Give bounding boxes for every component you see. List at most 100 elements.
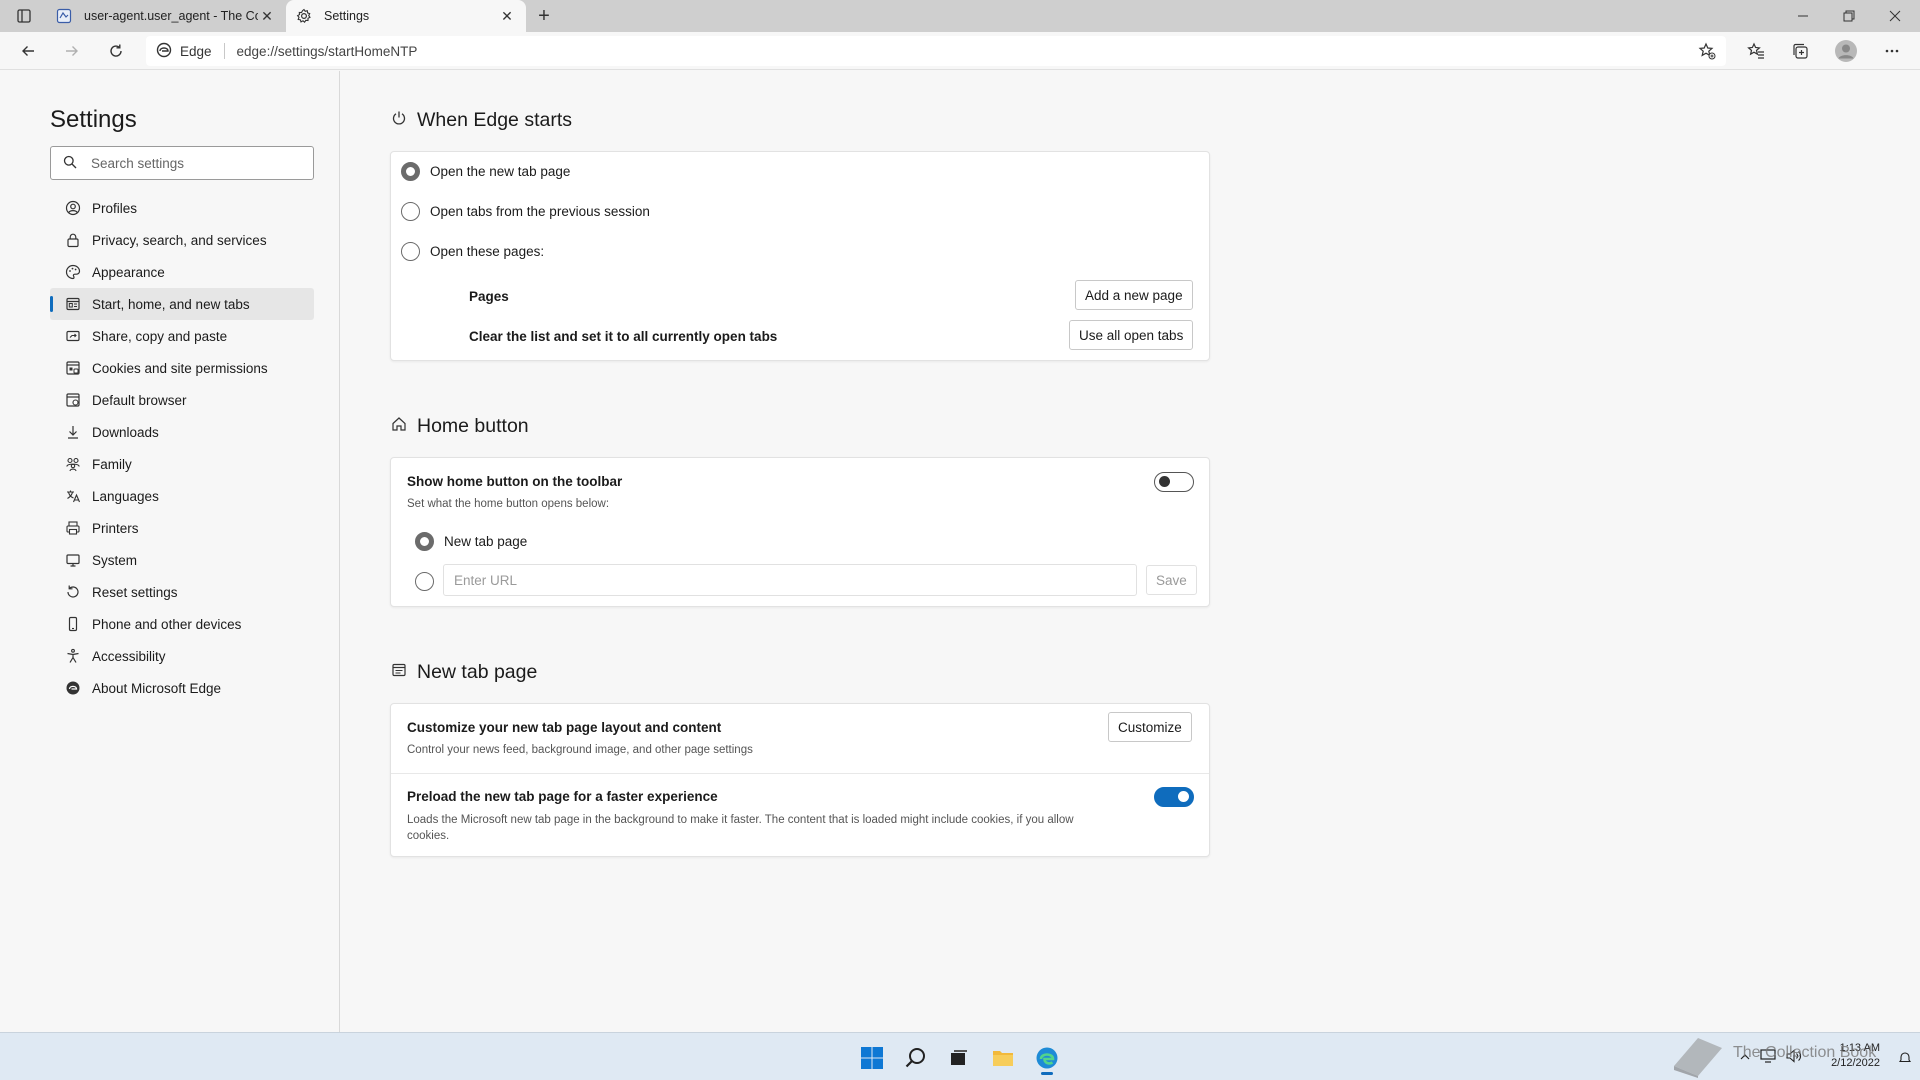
gear-icon: [296, 8, 312, 24]
radio-button[interactable]: [401, 202, 420, 221]
preload-label: Preload the new tab page for a faster ex…: [407, 789, 718, 804]
sidebar-item-label: Cookies and site permissions: [92, 360, 268, 376]
collections-icon[interactable]: [1784, 36, 1816, 66]
file-explorer-icon[interactable]: [985, 1040, 1021, 1076]
restore-icon[interactable]: [1826, 0, 1872, 32]
notification-icon[interactable]: [1898, 1051, 1912, 1068]
add-favorite-icon[interactable]: [1698, 42, 1716, 63]
home-button-card: Show home button on the toolbar Set what…: [390, 457, 1210, 607]
cookies-icon: [64, 359, 82, 377]
radio-open-new-tab[interactable]: Open the new tab page: [401, 162, 570, 181]
section-title-home-button: Home button: [391, 415, 529, 438]
power-icon: [391, 109, 407, 132]
sidebar-item-label: Accessibility: [92, 648, 166, 664]
sidebar-item-cookies[interactable]: Cookies and site permissions: [50, 352, 314, 384]
sidebar-item-label: Privacy, search, and services: [92, 232, 267, 248]
sidebar-item-start-home-new-tabs[interactable]: Start, home, and new tabs: [50, 288, 314, 320]
tab-title: Settings: [324, 9, 370, 23]
forward-arrow-icon[interactable]: [56, 36, 88, 66]
sidebar-item-label: Profiles: [92, 200, 138, 216]
refresh-icon[interactable]: [100, 36, 132, 66]
sidebar-item-profiles[interactable]: Profiles: [50, 192, 314, 224]
when-edge-starts-card: Open the new tab page Open tabs from the…: [390, 151, 1210, 361]
radio-home-new-tab[interactable]: New tab page: [415, 532, 527, 551]
home-icon: [391, 415, 407, 438]
search-icon[interactable]: [898, 1040, 934, 1076]
browser-toolbar: Edge edge://settings/startHomeNTP: [0, 32, 1920, 70]
sidebar-item-label: Phone and other devices: [92, 616, 242, 632]
sidebar-item-label: Start, home, and new tabs: [92, 296, 250, 312]
radio-button[interactable]: [415, 572, 434, 591]
customize-desc: Control your news feed, background image…: [407, 744, 753, 756]
pages-label: Pages: [469, 289, 509, 304]
languages-icon: [64, 487, 82, 505]
back-arrow-icon[interactable]: [12, 36, 44, 66]
sidebar-item-accessibility[interactable]: Accessibility: [50, 640, 314, 672]
tab-actions-icon[interactable]: [8, 4, 40, 28]
watermark-text: The Collection Book: [1733, 1044, 1877, 1061]
sidebar-item-family[interactable]: Family: [50, 448, 314, 480]
section-title-new-tab-page: New tab page: [391, 661, 537, 684]
clear-list-label: Clear the list and set it to all current…: [469, 329, 778, 344]
system-icon: [64, 551, 82, 569]
close-tab-icon[interactable]: ✕: [258, 7, 276, 25]
share-icon: [64, 327, 82, 345]
settings-nav: Profiles Privacy, search, and services A…: [50, 192, 314, 704]
sidebar-item-label: Downloads: [92, 424, 159, 440]
tab-settings[interactable]: Settings ✕: [286, 0, 526, 32]
preload-toggle[interactable]: [1154, 787, 1194, 807]
new-tab-plus-icon[interactable]: +: [530, 4, 558, 28]
customize-button[interactable]: Customize: [1108, 712, 1192, 742]
close-tab-icon[interactable]: ✕: [498, 7, 516, 25]
sidebar-item-label: Languages: [92, 488, 159, 504]
minimize-icon[interactable]: [1780, 0, 1826, 32]
search-input[interactable]: [91, 155, 291, 171]
search-box[interactable]: [50, 146, 314, 180]
more-menu-icon[interactable]: [1876, 36, 1908, 66]
edge-taskbar-icon[interactable]: [1029, 1040, 1065, 1076]
radio-home-url[interactable]: [415, 572, 434, 591]
favorites-icon[interactable]: [1740, 36, 1772, 66]
sidebar-item-label: Printers: [92, 520, 139, 536]
close-window-icon[interactable]: [1872, 0, 1918, 32]
phone-icon: [64, 615, 82, 633]
add-new-page-button[interactable]: Add a new page: [1075, 280, 1193, 310]
sidebar-item-downloads[interactable]: Downloads: [50, 416, 314, 448]
sidebar-item-languages[interactable]: Languages: [50, 480, 314, 512]
radio-button[interactable]: [401, 242, 420, 261]
avatar[interactable]: [1830, 36, 1862, 66]
sidebar-item-default-browser[interactable]: Default browser: [50, 384, 314, 416]
sidebar-item-privacy[interactable]: Privacy, search, and services: [50, 224, 314, 256]
home-url-input[interactable]: Enter URL: [443, 564, 1137, 596]
page-title: Settings: [50, 106, 137, 133]
radio-open-previous-session[interactable]: Open tabs from the previous session: [401, 202, 650, 221]
windows-start-icon[interactable]: [854, 1040, 890, 1076]
edge-icon: [156, 42, 172, 61]
divider: [391, 773, 1209, 774]
tab-user-agent[interactable]: user-agent.user_agent - The Coll ✕: [46, 0, 286, 32]
use-all-open-tabs-button[interactable]: Use all open tabs: [1069, 320, 1194, 350]
radio-button[interactable]: [415, 532, 434, 551]
radio-open-these-pages[interactable]: Open these pages:: [401, 242, 544, 261]
preload-desc: Loads the Microsoft new tab page in the …: [407, 814, 1074, 842]
edge-chip[interactable]: Edge: [156, 42, 225, 61]
palette-icon: [64, 263, 82, 281]
radio-button[interactable]: [401, 162, 420, 181]
sidebar-item-system[interactable]: System: [50, 544, 314, 576]
sidebar-item-label: Share, copy and paste: [92, 328, 228, 344]
sidebar-item-reset-settings[interactable]: Reset settings: [50, 576, 314, 608]
taskbar: 1:13 AM 2/12/2022: [0, 1032, 1920, 1080]
url-text[interactable]: edge://settings/startHomeNTP: [225, 44, 418, 59]
address-bar[interactable]: Edge edge://settings/startHomeNTP: [146, 36, 1726, 66]
task-view-icon[interactable]: [941, 1040, 977, 1076]
sidebar-item-appearance[interactable]: Appearance: [50, 256, 314, 288]
start-tabs-icon: [64, 295, 82, 313]
sidebar-item-phone-devices[interactable]: Phone and other devices: [50, 608, 314, 640]
tab-strip: user-agent.user_agent - The Coll ✕ Setti…: [0, 0, 1920, 32]
family-icon: [64, 455, 82, 473]
sidebar-item-about-edge[interactable]: About Microsoft Edge: [50, 672, 314, 704]
sidebar-item-share-copy-paste[interactable]: Share, copy and paste: [50, 320, 314, 352]
show-home-button-toggle[interactable]: [1154, 472, 1194, 492]
sidebar-item-printers[interactable]: Printers: [50, 512, 314, 544]
save-url-button[interactable]: Save: [1146, 565, 1197, 595]
